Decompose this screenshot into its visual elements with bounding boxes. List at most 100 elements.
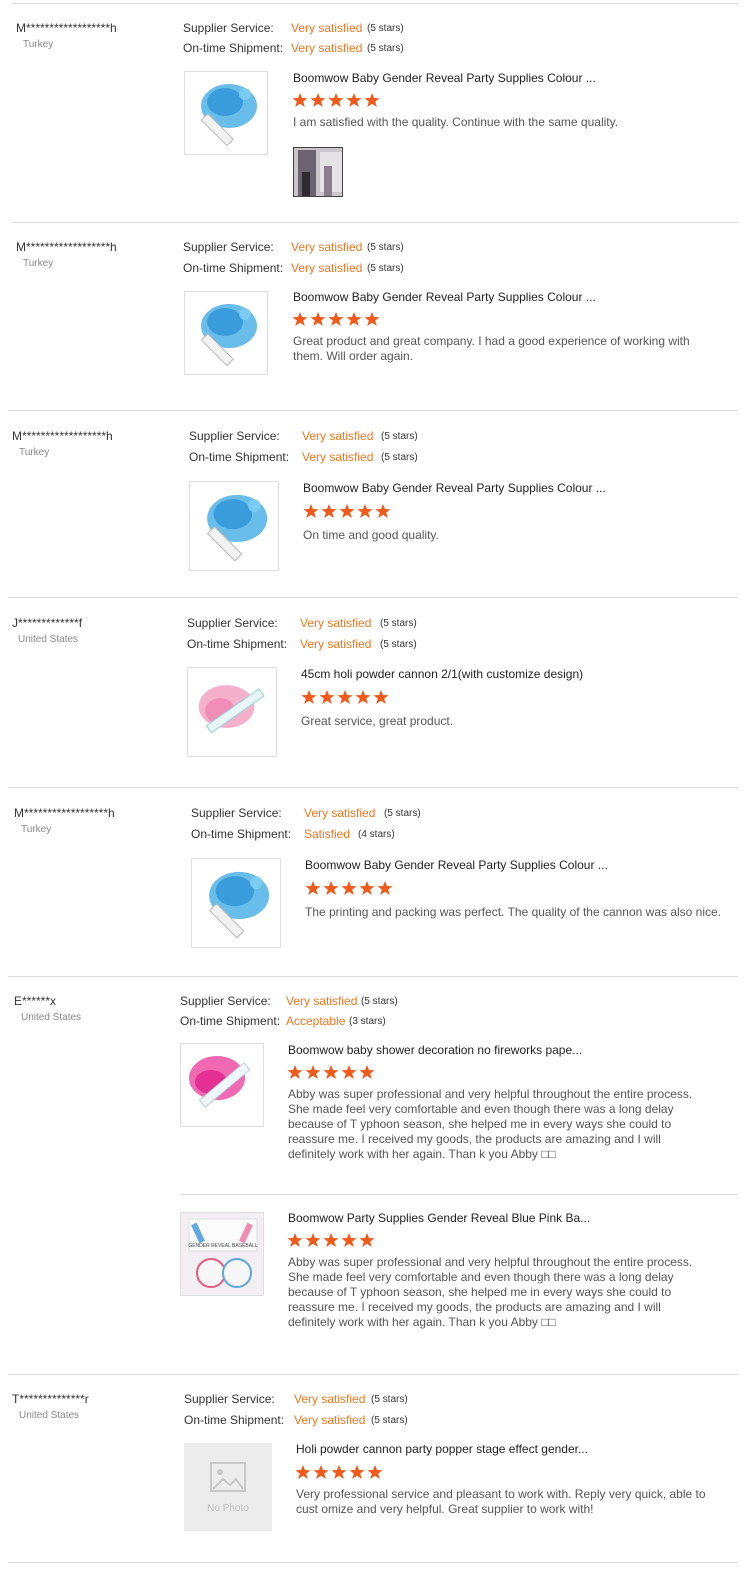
buyer-name: E******x: [14, 994, 57, 1008]
divider: [8, 1562, 738, 1563]
star-icon: [331, 1465, 347, 1479]
product-title[interactable]: Boomwow Baby Gender Reveal Party Supplie…: [305, 858, 608, 872]
star-icon: [355, 690, 371, 704]
review-attachment-photo[interactable]: [293, 147, 343, 197]
star-icon: [367, 1465, 383, 1479]
product-rating: [287, 1064, 375, 1080]
star-icon: [328, 93, 344, 107]
star-icon: [364, 312, 380, 326]
ontime-shipment-value: Very satisfied: [302, 450, 374, 464]
supplier-service-label: Supplier Service:: [183, 240, 274, 254]
product-rating: [303, 503, 391, 519]
star-icon: [295, 1465, 311, 1479]
supplier-service-stars: (5 stars): [361, 996, 398, 1007]
buyer-country: United States: [21, 1012, 82, 1023]
supplier-service-stars: (5 stars): [381, 431, 418, 442]
star-icon: [364, 93, 380, 107]
buyer-name: M******************h: [12, 429, 113, 443]
product-title[interactable]: 45cm holi powder cannon 2/1(with customi…: [301, 667, 583, 681]
buyer-country: Turkey: [21, 824, 52, 835]
product-rating: [305, 880, 393, 896]
buyer-country: United States: [19, 1410, 80, 1421]
attachment-photo-image: [294, 148, 342, 196]
ontime-shipment-value: Acceptable: [286, 1014, 346, 1028]
ontime-shipment-stars: (5 stars): [371, 1415, 408, 1426]
star-icon: [341, 881, 357, 895]
buyer-country: Turkey: [19, 447, 50, 458]
ontime-shipment-stars: (5 stars): [380, 639, 417, 650]
product-thumbnail[interactable]: [184, 71, 268, 155]
product-thumbnail[interactable]: [187, 667, 277, 757]
pink-cannon-image: [198, 685, 265, 734]
review-text: Abby was super professional and very hel…: [288, 1087, 693, 1161]
star-icon: [319, 690, 335, 704]
star-icon: [373, 690, 389, 704]
product-thumbnail[interactable]: [184, 291, 268, 375]
star-icon: [346, 93, 362, 107]
product-thumbnail[interactable]: [189, 481, 279, 571]
buyer-country: Turkey: [23, 39, 54, 50]
ontime-shipment-value: Very satisfied: [291, 261, 363, 275]
product-title[interactable]: Boomwow Baby Gender Reveal Party Supplie…: [293, 290, 596, 304]
ontime-shipment-stars: (5 stars): [367, 43, 404, 54]
ontime-shipment-stars: (5 stars): [381, 452, 418, 463]
supplier-service-value: Very satisfied: [304, 806, 376, 820]
star-icon: [349, 1465, 365, 1479]
supplier-service-label: Supplier Service:: [184, 1392, 275, 1406]
star-icon: [359, 881, 375, 895]
product-thumbnail[interactable]: [191, 858, 281, 948]
product-title[interactable]: Boomwow Party Supplies Gender Reveal Blu…: [288, 1211, 590, 1225]
star-icon: [337, 690, 353, 704]
star-icon: [310, 312, 326, 326]
supplier-service-value: Very satisfied: [294, 1392, 366, 1406]
ontime-shipment-stars: (4 stars): [358, 829, 395, 840]
product-thumbnail[interactable]: GENDER REVEAL BASEBALL: [180, 1212, 264, 1296]
supplier-service-stars: (5 stars): [371, 1394, 408, 1405]
supplier-service-value: Very satisfied: [291, 21, 363, 35]
ontime-shipment-label: On-time Shipment:: [191, 827, 292, 841]
product-thumbnail[interactable]: [180, 1043, 264, 1127]
blue-cannon-image: [200, 304, 257, 367]
product-rating: [295, 1464, 383, 1480]
product-title[interactable]: Boomwow baby shower decoration no firewo…: [288, 1043, 582, 1057]
svg-text:No Photo: No Photo: [207, 1503, 249, 1514]
ontime-shipment-label: On-time Shipment:: [180, 1014, 281, 1028]
star-icon: [287, 1065, 303, 1079]
supplier-service-value: Very satisfied: [286, 994, 358, 1008]
star-icon: [310, 93, 326, 107]
baseball-box-image: GENDER REVEAL BASEBALL: [181, 1213, 263, 1295]
supplier-service-label: Supplier Service:: [187, 616, 278, 630]
product-rating: [292, 311, 380, 327]
review-card: M******************h Turkey Supplier Ser…: [0, 410, 750, 597]
magenta-cannon-image: [189, 1056, 251, 1108]
star-icon: [287, 1233, 303, 1247]
star-icon: [301, 690, 317, 704]
product-title[interactable]: Boomwow Baby Gender Reveal Party Supplie…: [303, 481, 606, 495]
review-card: M******************h Turkey Supplier Ser…: [0, 222, 750, 410]
star-icon: [359, 1233, 375, 1247]
star-icon: [346, 312, 362, 326]
product-title[interactable]: Holi powder cannon party popper stage ef…: [296, 1442, 588, 1456]
star-icon: [323, 1065, 339, 1079]
product-thumbnail[interactable]: No Photo: [184, 1443, 272, 1531]
star-icon: [357, 504, 373, 518]
review-card: J*************f United States Supplier S…: [0, 597, 750, 787]
product-title[interactable]: Boomwow Baby Gender Reveal Party Supplie…: [293, 71, 596, 85]
supplier-service-label: Supplier Service:: [180, 994, 271, 1008]
supplier-service-value: Very satisfied: [300, 616, 372, 630]
review-text: On time and good quality.: [303, 528, 439, 542]
star-icon: [328, 312, 344, 326]
supplier-service-label: Supplier Service:: [189, 429, 280, 443]
blue-cannon-image: [208, 871, 270, 939]
star-icon: [375, 504, 391, 518]
star-icon: [321, 504, 337, 518]
star-icon: [305, 881, 321, 895]
star-icon: [292, 93, 308, 107]
review-text: The printing and packing was perfect. Th…: [305, 905, 722, 919]
blue-cannon-image: [206, 494, 268, 562]
ontime-shipment-stars: (5 stars): [367, 263, 404, 274]
review-card: T**************r United States Supplier …: [0, 1374, 750, 1562]
ontime-shipment-value: Very satisfied: [294, 1413, 366, 1427]
buyer-name: M******************h: [16, 240, 117, 254]
product-rating: [292, 92, 380, 108]
